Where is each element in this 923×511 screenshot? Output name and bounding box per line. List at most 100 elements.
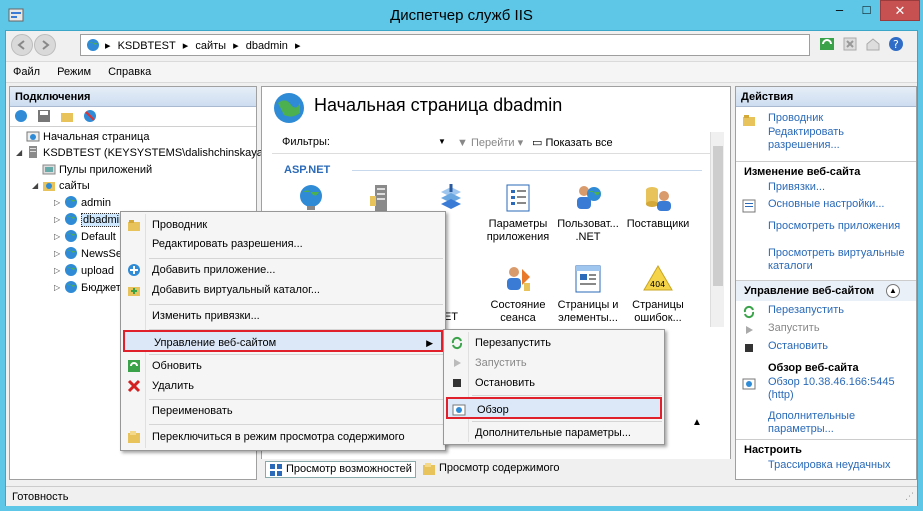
globe-net-icon bbox=[300, 185, 322, 210]
save-icon[interactable] bbox=[37, 109, 51, 123]
address-bar[interactable]: ▸ KSDBTEST ▸ сайты ▸ dbadmin ▸ bbox=[80, 34, 810, 56]
action-view-applications[interactable]: Просмотреть приложения bbox=[742, 220, 912, 233]
feature-label: Поставщики bbox=[626, 218, 690, 230]
action-browse-link[interactable]: Обзор 10.38.46.166:5445 (http) bbox=[742, 376, 912, 402]
tab-content-view[interactable]: Просмотр содержимого bbox=[419, 461, 563, 478]
action-edit-permissions[interactable]: Редактировать разрешения... bbox=[742, 126, 912, 152]
ctx-manage-website[interactable]: Управление веб-сайтом ▶ bbox=[123, 330, 443, 352]
start-icon bbox=[454, 359, 461, 367]
action-stop[interactable]: Остановить bbox=[742, 340, 912, 353]
breadcrumb-sites[interactable]: сайты bbox=[195, 40, 226, 52]
tree-node-upload[interactable]: ▷ upload bbox=[54, 263, 114, 279]
tree-node-budget[interactable]: ▷ Бюджет bbox=[54, 280, 121, 296]
tree-node-dbadmin[interactable]: ▷ dbadmin bbox=[54, 212, 128, 228]
scrollbar-thumb[interactable] bbox=[713, 146, 723, 286]
maximize-icon: □ bbox=[862, 2, 871, 17]
filter-label: Фильтры: bbox=[282, 136, 330, 148]
connect-icon[interactable] bbox=[14, 109, 28, 123]
tree-expander[interactable]: ◢ bbox=[16, 145, 26, 161]
menu-bar: Файл Режим Справка bbox=[6, 61, 917, 83]
tab-features-view[interactable]: Просмотр возможностей bbox=[265, 461, 416, 478]
sep-glyph: ▸ bbox=[182, 40, 189, 52]
action-restart[interactable]: Перезапустить bbox=[742, 304, 912, 319]
feature-item[interactable]: Поставщики bbox=[624, 182, 692, 231]
manage-site-header: Управление веб-сайтом ▲ bbox=[736, 280, 916, 301]
ctx-refresh[interactable]: Обновить bbox=[123, 355, 443, 377]
feature-item[interactable]: 404 Страницы ошибок... bbox=[624, 263, 692, 325]
show-all-button[interactable]: ▭ Показать все bbox=[532, 136, 613, 149]
window-title: Диспетчер служб IIS bbox=[390, 7, 533, 24]
site-globe-icon bbox=[274, 93, 304, 123]
breadcrumb-dbadmin[interactable]: dbadmin bbox=[246, 40, 288, 52]
filter-input[interactable] bbox=[330, 134, 450, 152]
menu-separator bbox=[472, 395, 662, 396]
maximize-button[interactable]: □ bbox=[853, 0, 880, 21]
feature-item[interactable]: Состояние сеанса bbox=[484, 263, 552, 325]
add-vdir-icon bbox=[128, 287, 140, 296]
group-collapse-icon[interactable]: ▲ bbox=[692, 417, 702, 428]
tree-expander[interactable]: ▷ bbox=[54, 280, 64, 296]
action-basic-settings[interactable]: Основные настройки... bbox=[742, 198, 912, 213]
tree-expander[interactable]: ▷ bbox=[54, 212, 64, 228]
help-icon[interactable]: ? bbox=[888, 36, 904, 52]
back-button[interactable] bbox=[11, 34, 33, 56]
ctx-add-application[interactable]: Добавить приложение... bbox=[123, 259, 443, 281]
up-folder-icon[interactable] bbox=[60, 109, 74, 123]
action-failed-tracing[interactable]: Трассировка неудачных bbox=[742, 459, 912, 472]
tree-expander[interactable]: ▷ bbox=[54, 195, 64, 211]
browse-site-header: Обзор веб-сайта bbox=[768, 362, 859, 374]
tree-expander[interactable]: ◢ bbox=[32, 178, 42, 194]
home-icon[interactable] bbox=[865, 36, 881, 52]
tree-expander[interactable]: ▷ bbox=[54, 246, 64, 262]
stop-nav-icon[interactable] bbox=[842, 36, 858, 52]
tree-expander[interactable]: ▷ bbox=[54, 263, 64, 279]
refresh-icon[interactable] bbox=[819, 36, 835, 52]
ctx-rename[interactable]: Переименовать bbox=[123, 400, 443, 422]
action-explorer[interactable]: Проводник bbox=[742, 112, 912, 126]
menu-view[interactable]: Режим bbox=[50, 62, 98, 82]
resize-grip-icon[interactable]: ⋰ bbox=[905, 491, 914, 502]
feature-item[interactable]: Параметры приложения bbox=[484, 182, 552, 244]
sep-glyph: ▸ bbox=[105, 40, 111, 52]
breadcrumb-server[interactable]: KSDBTEST bbox=[118, 40, 176, 52]
sub-stop[interactable]: Остановить bbox=[446, 372, 662, 394]
tree-node-server[interactable]: ◢ KSDBTEST (KEYSYSTEMS\dalishchinskaya) bbox=[16, 145, 267, 161]
tree-node-default[interactable]: ▷ Default bbox=[54, 229, 116, 245]
tree-node-home[interactable]: Начальная страница bbox=[16, 129, 149, 145]
disconnect-icon[interactable] bbox=[83, 109, 97, 123]
collapse-chevron-icon[interactable]: ▲ bbox=[886, 284, 900, 298]
action-view-virtual-dirs[interactable]: Просмотреть виртуальные каталоги bbox=[742, 247, 912, 273]
session-state-icon bbox=[507, 267, 530, 291]
tree-node-admin[interactable]: ▷ admin bbox=[54, 195, 111, 211]
ctx-edit-permissions[interactable]: Редактировать разрешения... bbox=[123, 233, 443, 255]
sub-restart[interactable]: Перезапустить bbox=[446, 332, 662, 354]
delete-icon bbox=[127, 379, 141, 393]
features-scrollbar[interactable] bbox=[710, 132, 724, 327]
menu-file[interactable]: Файл bbox=[6, 62, 47, 82]
tree-node-app-pools[interactable]: Пулы приложений bbox=[32, 162, 152, 178]
ctx-add-virtual-dir[interactable]: Добавить виртуальный каталог... bbox=[123, 279, 443, 301]
ctx-switch-content-view[interactable]: Переключиться в режим просмотра содержим… bbox=[123, 426, 443, 448]
tree-expander[interactable]: ▷ bbox=[54, 229, 64, 245]
feature-item[interactable]: Страницы и элементы... bbox=[554, 263, 622, 325]
action-advanced-settings[interactable]: Дополнительные параметры... bbox=[742, 410, 912, 436]
filter-dropdown-icon[interactable]: ▼ bbox=[438, 137, 446, 146]
feature-item[interactable]: Пользоват... .NET bbox=[554, 182, 622, 244]
sub-browse[interactable]: Обзор bbox=[446, 397, 662, 419]
basic-settings-icon bbox=[742, 199, 756, 213]
globe-icon bbox=[65, 247, 77, 259]
home-page-icon bbox=[26, 131, 40, 142]
tree-node-sites[interactable]: ◢ сайты bbox=[32, 178, 90, 194]
forward-button[interactable] bbox=[34, 34, 56, 56]
go-button[interactable]: ▼ Перейти ▾ bbox=[457, 136, 523, 149]
ctx-edit-bindings[interactable]: Изменить привязки... bbox=[123, 305, 443, 327]
action-bindings[interactable]: Привязки... bbox=[742, 181, 912, 194]
menu-help[interactable]: Справка bbox=[101, 62, 158, 82]
net-users-icon bbox=[577, 186, 601, 209]
ctx-delete[interactable]: Удалить bbox=[123, 375, 443, 397]
close-button[interactable]: ✕ bbox=[880, 0, 920, 21]
minimize-button[interactable]: – bbox=[826, 0, 853, 21]
sub-advanced-settings[interactable]: Дополнительные параметры... bbox=[446, 422, 662, 444]
tree-node-newsse[interactable]: ▷ NewsSe bbox=[54, 246, 122, 262]
feature-label: Состояние сеанса bbox=[490, 299, 546, 324]
